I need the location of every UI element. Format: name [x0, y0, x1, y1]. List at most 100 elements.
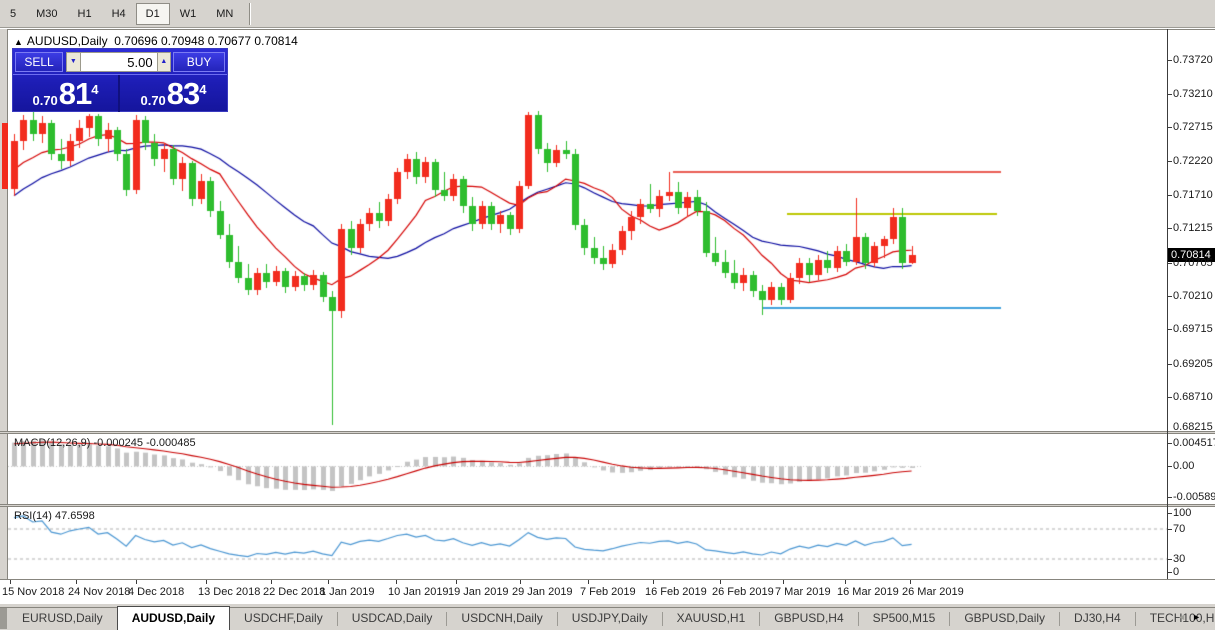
chart-tab-eurusd-daily[interactable]: EURUSD,Daily [8, 608, 117, 630]
volume-increase-button[interactable]: ▲ [156, 52, 172, 72]
toolbar-separator [249, 2, 252, 25]
date-tick [136, 580, 137, 584]
date-axis[interactable]: 15 Nov 2018 24 Nov 2018 4 Dec 2018 13 Dec 2… [0, 579, 1215, 604]
chart-tab-gbpusd-daily[interactable]: GBPUSD,Daily [950, 608, 1059, 630]
date-tick [783, 580, 784, 584]
date-label: 7 Feb 2019 [580, 586, 636, 598]
chart-tab-sp500-m15[interactable]: SP500,M15 [859, 608, 950, 630]
axis-tick [1167, 364, 1172, 365]
date-tick [845, 580, 846, 584]
date-label: 29 Jan 2019 [512, 586, 573, 598]
date-label: 7 Mar 2019 [775, 586, 831, 598]
date-label: 1 Jan 2019 [320, 586, 375, 598]
date-tick [910, 580, 911, 584]
axis-tick [1167, 497, 1172, 498]
macd-tick-label: 0.004517 [1173, 437, 1215, 449]
chart-title: ▲ AUDUSD,Daily 0.70696 0.70948 0.70677 0.… [14, 34, 298, 48]
timeframe-toolbar: 5 M30 H1 H4 D1 W1 MN [0, 0, 1215, 28]
ask-price-sup: 4 [199, 82, 207, 97]
tab-scroll-right-icon[interactable]: ► [1192, 612, 1207, 622]
macd-label: MACD(12,26,9) -0.000245 -0.000485 [14, 437, 196, 449]
rsi-tick-label: 30 [1173, 553, 1186, 565]
timeframe-button-m30[interactable]: M30 [26, 3, 67, 25]
date-tick [328, 580, 329, 584]
price-tick-label: 0.70705 [1173, 257, 1213, 269]
date-label: 4 Dec 2018 [128, 586, 185, 598]
bid-price-small: 0.70 [32, 93, 58, 108]
date-tick [520, 580, 521, 584]
axis-tick [1167, 94, 1172, 95]
date-tick [456, 580, 457, 584]
axis-tick [1167, 296, 1172, 297]
axis-tick [1167, 161, 1172, 162]
chart-tab-usdjpy-daily[interactable]: USDJPY,Daily [558, 608, 662, 630]
timeframe-button-5[interactable]: 5 [0, 3, 26, 25]
tab-scroll-left-icon[interactable]: ◄ [1177, 612, 1192, 622]
one-click-trading-panel: SELL ▼ ▲ BUY 0.70 81 4 0.70 83 4 [12, 48, 228, 112]
price-tick-label: 0.72715 [1173, 121, 1213, 133]
date-label: 22 Dec 2018 [263, 586, 326, 598]
price-tick-label: 0.70210 [1173, 290, 1213, 302]
axis-tick [1167, 513, 1172, 514]
chart-tab-dj30-h4[interactable]: DJ30,H4 [1060, 608, 1135, 630]
date-tick [720, 580, 721, 584]
chart-tab-bar: EURUSD,Daily AUDUSD,Daily USDCHF,Daily USDC… [0, 604, 1215, 630]
buy-button[interactable]: BUY [173, 52, 225, 72]
timeframe-button-d1[interactable]: D1 [135, 2, 170, 25]
axis-tick [1167, 397, 1172, 398]
date-label: 16 Feb 2019 [645, 586, 707, 598]
date-label: 19 Jan 2019 [448, 586, 509, 598]
macd-tick-label: 0.00 [1173, 460, 1195, 472]
rsi-indicator-surface[interactable] [8, 507, 1167, 578]
axis-tick [1167, 228, 1172, 229]
axis-tick [1167, 329, 1172, 330]
date-tick [76, 580, 77, 584]
volume-decrease-button[interactable]: ▼ [66, 52, 81, 72]
volume-input[interactable] [80, 52, 157, 72]
bid-price[interactable]: 0.70 81 4 [13, 75, 120, 112]
chart-frame-left [0, 29, 8, 604]
ask-price-big: 83 [166, 76, 200, 111]
axis-tick [1167, 572, 1172, 573]
ask-price-small: 0.70 [140, 93, 166, 108]
price-tick-label: 0.71215 [1173, 222, 1213, 234]
date-label: 16 Mar 2019 [837, 586, 899, 598]
chart-tab-gbpusd-h4[interactable]: GBPUSD,H4 [760, 608, 857, 630]
date-label: 26 Feb 2019 [712, 586, 774, 598]
timeframe-button-w1[interactable]: W1 [170, 3, 207, 25]
macd-tick-label: -0.005899 [1173, 491, 1215, 503]
rsi-tick-label: 100 [1173, 507, 1192, 519]
sell-button[interactable]: SELL [15, 52, 64, 72]
chart-tab-xauusd-h1[interactable]: XAUUSD,H1 [663, 608, 760, 630]
ask-price[interactable]: 0.70 83 4 [120, 75, 227, 112]
date-label: 13 Dec 2018 [198, 586, 261, 598]
axis-tick [1167, 529, 1172, 530]
chart-tab-usdcnh-daily[interactable]: USDCNH,Daily [447, 608, 556, 630]
collapse-arrow-icon[interactable]: ▲ [14, 37, 23, 47]
timeframe-button-h1[interactable]: H1 [68, 3, 102, 25]
price-tick-label: 0.69715 [1173, 323, 1213, 335]
chart-tab-usdcad-daily[interactable]: USDCAD,Daily [338, 608, 447, 630]
rsi-tick-label: 0 [1173, 566, 1180, 578]
tabbar-grip [0, 608, 7, 629]
date-tick [206, 580, 207, 584]
bid-price-big: 81 [58, 76, 92, 111]
axis-tick [1167, 466, 1172, 467]
rsi-tick-label: 70 [1173, 523, 1186, 535]
date-tick [271, 580, 272, 584]
price-tick-label: 0.68215 [1173, 421, 1213, 433]
chart-tab-audusd-daily[interactable]: AUDUSD,Daily [116, 606, 231, 630]
price-tick-label: 0.69205 [1173, 358, 1213, 370]
chart-tab-usdchf-daily[interactable]: USDCHF,Daily [230, 608, 337, 630]
bid-price-sup: 4 [91, 82, 99, 97]
date-label: 15 Nov 2018 [2, 586, 65, 598]
price-tick-label: 0.73720 [1173, 54, 1213, 66]
timeframe-button-h4[interactable]: H4 [102, 3, 136, 25]
axis-tick [1167, 263, 1172, 264]
timeframe-button-mn[interactable]: MN [206, 3, 243, 25]
ohlc-values: 0.70696 0.70948 0.70677 0.70814 [114, 34, 298, 48]
date-tick [10, 580, 11, 584]
symbol-label: AUDUSD,Daily [26, 34, 108, 48]
date-label: 26 Mar 2019 [902, 586, 964, 598]
price-tick-label: 0.68710 [1173, 391, 1213, 403]
